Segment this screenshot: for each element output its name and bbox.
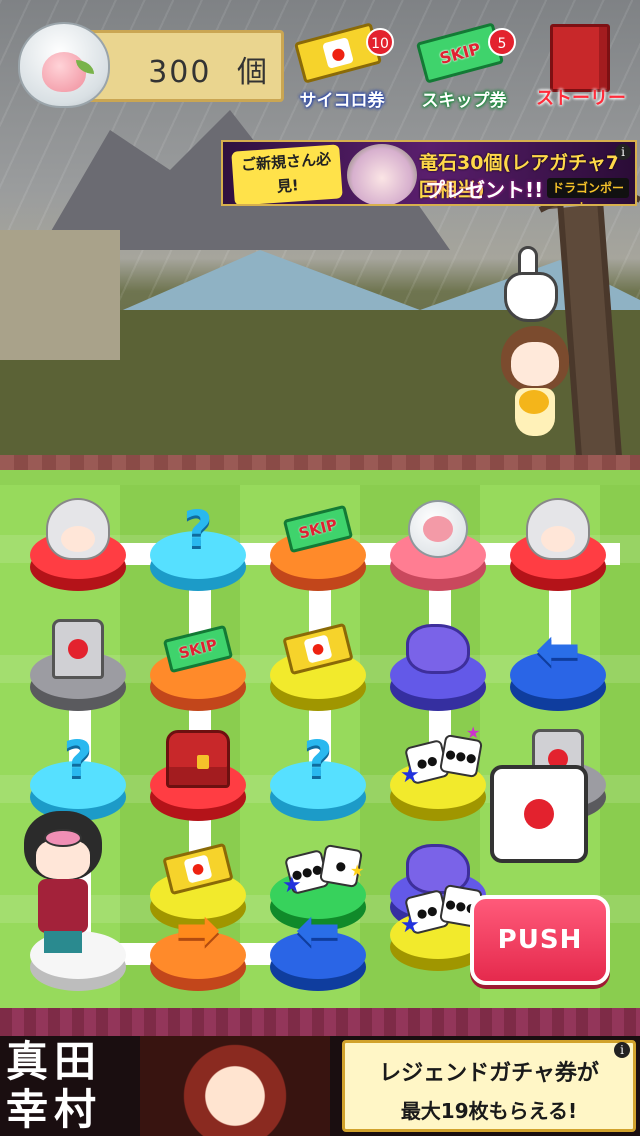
board-tile-arrow-left: ⬅ bbox=[510, 618, 606, 711]
ad-banner-top[interactable]: ご新規さん必見! 竜石30個(レアガチャ7回相当) プレゼント!! ドラゴンポー… bbox=[221, 140, 637, 206]
chibi-girl-icon bbox=[46, 498, 110, 560]
dice-ticket-button[interactable]: ● 10 サイコロ券 bbox=[290, 22, 394, 111]
tombstone-icon bbox=[52, 619, 104, 679]
peach-count-value: 300 bbox=[148, 55, 212, 90]
story-button[interactable]: ストーリー bbox=[528, 24, 634, 112]
board-tile-skip: SKIP bbox=[270, 504, 366, 591]
skip-ticket-button[interactable]: SKIP 5 スキップ券 bbox=[412, 22, 516, 111]
peach-icon bbox=[42, 52, 86, 92]
dice-ticket-label: サイコロ券 bbox=[299, 91, 385, 111]
character-girl[interactable] bbox=[497, 318, 573, 448]
skip-tag-text: SKIP bbox=[437, 38, 483, 68]
girl-face bbox=[511, 342, 559, 386]
board-tile-dice: ●● ●●● ★ ★ bbox=[390, 723, 486, 821]
girl-held-item bbox=[519, 390, 549, 414]
skip-ticket-badge: 5 bbox=[488, 28, 516, 56]
question-icon: ? bbox=[303, 730, 333, 788]
board-tile-question: ? bbox=[150, 500, 246, 591]
peach-bag-icon bbox=[18, 22, 110, 108]
arrow-left-icon: ⬅ bbox=[535, 617, 581, 681]
player-legs bbox=[44, 931, 82, 953]
board-tile-chibi bbox=[510, 498, 606, 591]
ad-top-subtitle: ご新規さん必見! bbox=[231, 144, 343, 204]
ad-bottom-text-box: レジェンドガチャ券が 最大19枚もらえる! bbox=[342, 1040, 636, 1132]
board-tile-skip: SKIP bbox=[150, 624, 246, 711]
push-button[interactable]: PUSH bbox=[470, 895, 610, 985]
hand-palm bbox=[504, 272, 558, 322]
die-icon: ● bbox=[322, 37, 354, 69]
player-body bbox=[38, 879, 88, 933]
ruined-house bbox=[0, 230, 120, 360]
player-mask bbox=[44, 829, 82, 847]
pointer-hand-icon bbox=[496, 246, 560, 328]
skip-ticket-icon: SKIP bbox=[162, 624, 234, 674]
dice-pair-icon: ●● ●●● ★ bbox=[400, 879, 484, 939]
board-tile-arrow-left: ⬅ bbox=[270, 898, 366, 991]
info-icon[interactable]: i bbox=[614, 1042, 630, 1058]
question-icon: ? bbox=[183, 500, 213, 558]
player-character bbox=[14, 805, 114, 965]
dice-result bbox=[490, 765, 588, 863]
skip-ticket-icon: SKIP bbox=[282, 504, 354, 554]
dice-ticket-badge: 10 bbox=[366, 28, 394, 56]
ad-bottom-line1: レジェンドガチャ券が bbox=[379, 1061, 599, 1086]
dice-ticket-icon: ● bbox=[282, 622, 354, 676]
board-tile-peach bbox=[390, 500, 486, 591]
ad-banner-bottom[interactable]: 真田幸村 レジェンドガチャ券が 最大19枚もらえる! i bbox=[0, 1036, 640, 1136]
peach-count: 300 個 bbox=[148, 47, 269, 91]
question-icon: ? bbox=[63, 730, 93, 788]
dice-ticket-icon: ● bbox=[162, 842, 234, 896]
ground-strip bbox=[0, 455, 640, 470]
arrow-right-icon: ➡ bbox=[175, 897, 221, 961]
ad-bottom-character-name: 真田幸村 bbox=[6, 1037, 103, 1134]
board-tile-chest bbox=[150, 730, 246, 821]
ad-top-character-image bbox=[347, 144, 417, 204]
story-label: ストーリー bbox=[536, 88, 626, 109]
book-icon bbox=[550, 24, 610, 92]
die-pip-icon bbox=[524, 799, 554, 829]
board-tile-arrow-right: ➡ bbox=[150, 898, 246, 991]
info-icon[interactable]: i bbox=[615, 144, 631, 160]
board-bottom-edge bbox=[0, 1008, 640, 1036]
skip-ticket-label: スキップ券 bbox=[421, 91, 507, 111]
ad-top-logo: ドラゴンポーカー bbox=[547, 178, 629, 204]
dice-pair-icon: ●● ●●● ★ ★ bbox=[400, 723, 484, 789]
board-tile-dice-ticket: ● bbox=[270, 622, 366, 711]
peach-count-unit: 個 bbox=[237, 55, 269, 90]
chibi-girl-icon bbox=[526, 498, 590, 560]
peach-bag-icon bbox=[408, 500, 468, 558]
ad-bottom-line2: 最大19枚もらえる! bbox=[400, 1099, 578, 1123]
board-tile-tomb bbox=[30, 619, 126, 711]
board-tile-chibi bbox=[30, 498, 126, 591]
board-tile-cloud bbox=[390, 624, 486, 711]
board-tile-question: ? bbox=[270, 730, 366, 821]
arrow-left-icon: ⬅ bbox=[295, 897, 341, 961]
game-board: ? SKIP SKIP ● ⬅ ? ? ●● ●●● ★ ★ ● ●●● ● ★… bbox=[0, 485, 640, 1010]
cloud-icon bbox=[406, 624, 470, 674]
ad-bottom-character-image bbox=[140, 1036, 330, 1136]
dice-pair-icon: ●●● ● ★ ★ bbox=[282, 839, 364, 899]
treasure-chest-icon bbox=[166, 730, 230, 788]
ad-top-present: プレゼント!! bbox=[425, 178, 544, 202]
